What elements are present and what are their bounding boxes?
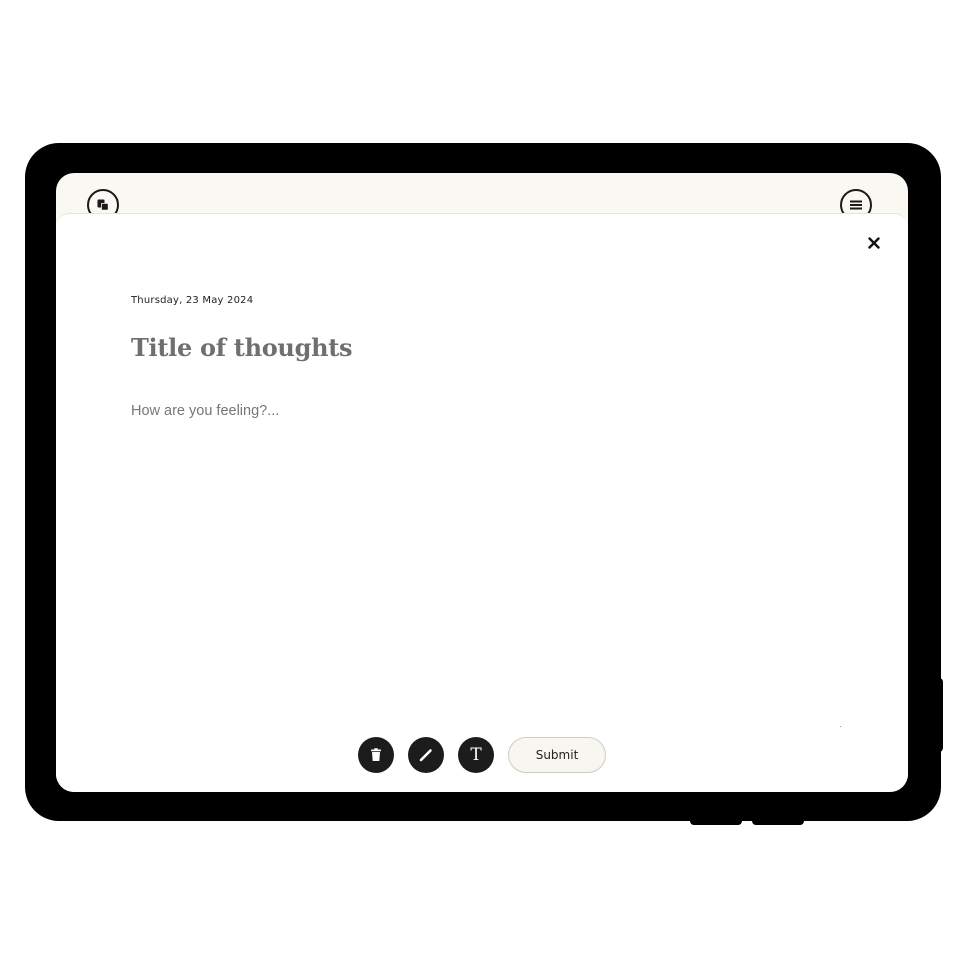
copy-icon: [97, 199, 109, 211]
trash-icon: [371, 748, 381, 761]
close-button[interactable]: [864, 233, 884, 253]
tablet-bottom-button: [690, 815, 742, 825]
app-screen: Thursday, 23 May 2024 Title of thoughts …: [56, 173, 908, 792]
submit-button[interactable]: Submit: [508, 737, 606, 773]
tablet-bottom-button: [752, 815, 804, 825]
close-icon: [868, 237, 880, 249]
pen-icon: [419, 749, 432, 762]
delete-button[interactable]: [358, 737, 394, 773]
text-icon: T: [470, 744, 482, 765]
entry-body-input[interactable]: How are you feeling?...: [131, 403, 279, 419]
entry-sheet: Thursday, 23 May 2024 Title of thoughts …: [56, 213, 908, 792]
entry-title-input[interactable]: Title of thoughts: [131, 333, 353, 362]
decorative-dot: [840, 726, 841, 727]
entry-toolbar: T Submit: [358, 737, 606, 773]
menu-icon: [850, 200, 862, 210]
draw-button[interactable]: [408, 737, 444, 773]
text-button[interactable]: T: [458, 737, 494, 773]
tablet-side-button: [936, 678, 943, 752]
entry-date: Thursday, 23 May 2024: [131, 295, 254, 306]
